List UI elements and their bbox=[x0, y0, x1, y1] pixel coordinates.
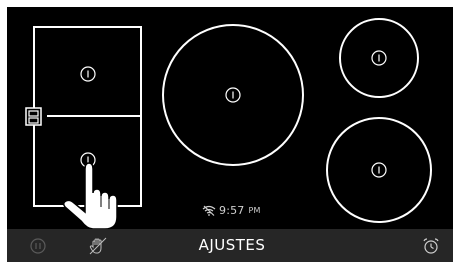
right-top-burner-power-icon[interactable] bbox=[371, 50, 387, 66]
pointing-hand-icon bbox=[62, 162, 118, 229]
lock-button[interactable] bbox=[87, 229, 109, 262]
center-burner-power-icon[interactable] bbox=[225, 87, 241, 103]
wifi-off-icon bbox=[202, 205, 216, 216]
right-bottom-burner-power-icon[interactable] bbox=[371, 162, 387, 178]
settings-button[interactable]: AJUSTES bbox=[167, 229, 297, 262]
bottom-bar: AJUSTES bbox=[7, 229, 453, 262]
status-readout: 9:57 PM bbox=[202, 204, 261, 217]
bridge-toggle-icon[interactable] bbox=[25, 107, 42, 126]
hand-lock-icon bbox=[89, 237, 107, 254]
pause-icon bbox=[30, 237, 46, 254]
alarm-clock-icon bbox=[423, 237, 439, 254]
cooktop-surface bbox=[25, 18, 432, 229]
pause-button[interactable] bbox=[27, 229, 49, 262]
timer-button[interactable] bbox=[420, 229, 442, 262]
clock-period: PM bbox=[248, 206, 261, 215]
clock-time: 9:57 bbox=[219, 204, 245, 217]
left-top-zone-power-icon[interactable] bbox=[80, 66, 96, 82]
cooktop-screen: 9:57 PM AJUSTES bbox=[7, 7, 453, 262]
